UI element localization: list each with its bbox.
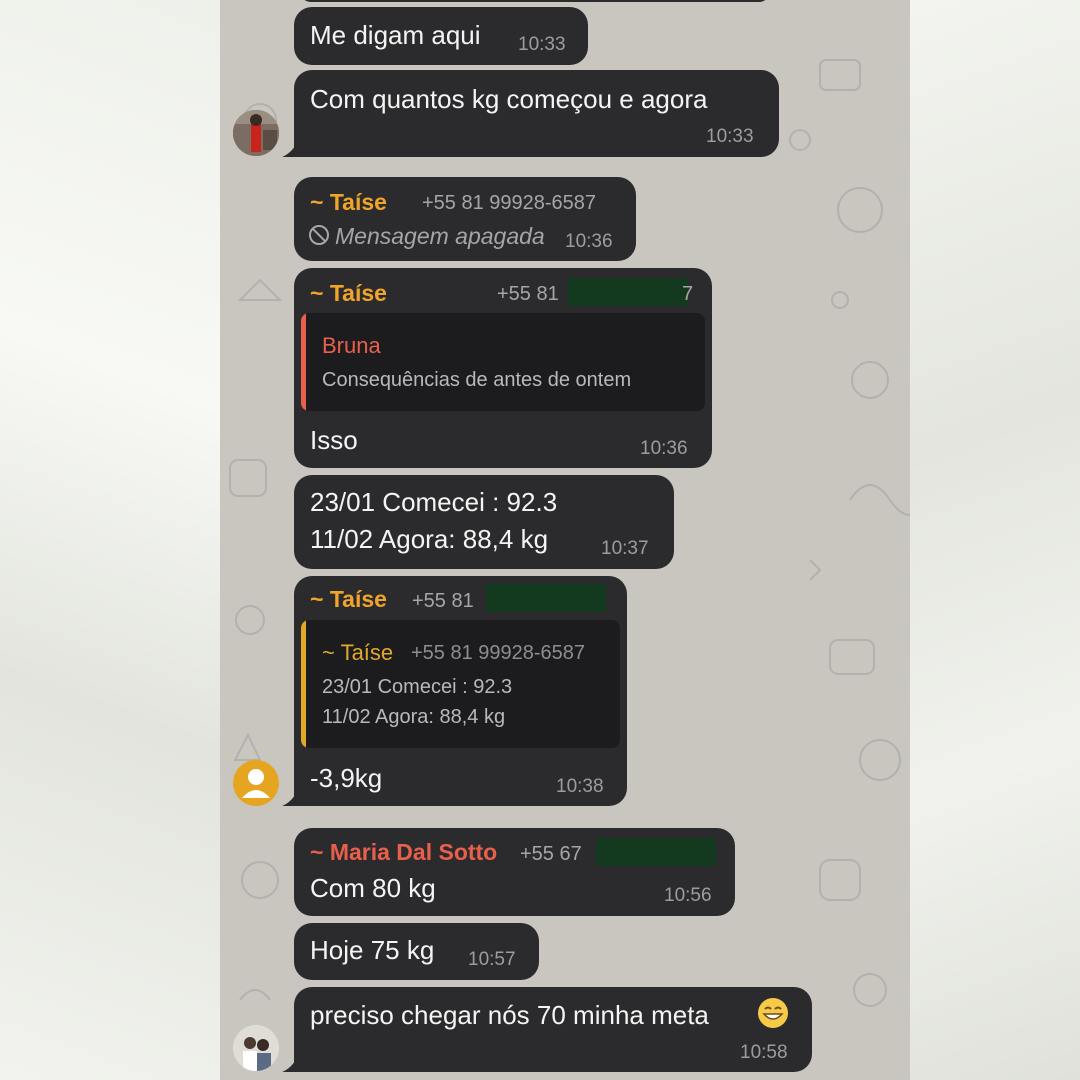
default-user-icon[interactable] bbox=[233, 760, 279, 806]
message-bubble[interactable]: ~ Maria Dal Sotto +55 67 Com 80 kg 10:56 bbox=[294, 828, 735, 916]
bubble-tail bbox=[282, 1056, 298, 1072]
avatar[interactable] bbox=[233, 110, 279, 156]
sender-name[interactable]: ~ Taíse bbox=[310, 280, 387, 307]
message-text: preciso chegar nós 70 minha meta bbox=[310, 1000, 709, 1030]
message-bubble-reply[interactable]: ~ Taíse +55 81 ~ Taíse +55 81 99928-6587… bbox=[294, 576, 627, 806]
quoted-text-line2: 11/02 Agora: 88,4 kg bbox=[322, 706, 506, 728]
message-text: Com quantos kg começou e agora bbox=[310, 84, 708, 114]
person-silhouette-icon bbox=[242, 769, 270, 798]
quoted-sender: ~ Taíse bbox=[322, 640, 394, 665]
background-fabric-right bbox=[910, 0, 1080, 1080]
message-text: -3,9kg bbox=[310, 763, 383, 793]
partial-message-bubble bbox=[300, 0, 770, 2]
redacted-phone-block bbox=[486, 584, 606, 612]
redacted-phone-block bbox=[596, 838, 716, 866]
quoted-text-line1: 23/01 Comecei : 92.3 bbox=[322, 676, 513, 698]
message-bubble[interactable]: 23/01 Comecei : 92.3 11/02 Agora: 88,4 k… bbox=[294, 475, 674, 569]
message-bubble[interactable]: preciso chegar nós 70 minha meta 10:58 bbox=[294, 987, 812, 1072]
avatar[interactable] bbox=[233, 1025, 279, 1071]
message-time: 10:58 bbox=[740, 1042, 788, 1063]
message-text-line1: 23/01 Comecei : 92.3 bbox=[310, 487, 558, 517]
message-text-line2: 11/02 Agora: 88,4 kg bbox=[310, 524, 549, 554]
message-text: Hoje 75 kg bbox=[310, 935, 435, 965]
redacted-phone-block bbox=[568, 278, 688, 306]
quoted-sender: Bruna bbox=[322, 333, 381, 358]
sender-name[interactable]: ~ Taíse bbox=[310, 586, 387, 613]
message-bubble[interactable]: Me digam aqui 10:33 bbox=[294, 7, 588, 65]
quoted-message[interactable]: Bruna Consequências de antes de ontem bbox=[301, 313, 705, 411]
quote-accent-bar bbox=[301, 620, 306, 748]
message-bubble-deleted[interactable]: ~ Taíse +55 81 99928-6587 Mensagem apaga… bbox=[294, 177, 636, 261]
message-text: Me digam aqui bbox=[310, 20, 481, 50]
background-fabric-left bbox=[0, 0, 220, 1080]
deleted-message-text: Mensagem apagada bbox=[335, 223, 545, 249]
message-text: Com 80 kg bbox=[310, 873, 436, 903]
sender-name[interactable]: ~ Taíse bbox=[310, 189, 387, 216]
sender-phone: +55 81 99928-6587 bbox=[422, 192, 597, 214]
grinning-face-emoji-icon bbox=[758, 998, 788, 1028]
person-photo-icon bbox=[233, 110, 279, 156]
message-text: Isso bbox=[310, 425, 358, 455]
prohibited-icon bbox=[309, 225, 329, 245]
message-time: 10:36 bbox=[565, 231, 613, 252]
message-bubble[interactable]: Hoje 75 kg 10:57 bbox=[294, 923, 539, 980]
message-time: 10:33 bbox=[706, 126, 754, 147]
bubble-tail bbox=[282, 790, 298, 806]
chat-screen[interactable]: Me digam aqui 10:33 Com quantos kg começ… bbox=[220, 0, 910, 1080]
message-time: 10:57 bbox=[468, 949, 516, 970]
message-time: 10:37 bbox=[601, 538, 649, 559]
bubble-tail bbox=[282, 141, 298, 157]
message-bubble[interactable]: Com quantos kg começou e agora 10:33 bbox=[294, 70, 779, 157]
quoted-text: Consequências de antes de ontem bbox=[322, 369, 632, 391]
sender-phone: +55 81 bbox=[412, 590, 474, 612]
quote-accent-bar bbox=[301, 313, 306, 411]
message-time: 10:56 bbox=[664, 885, 712, 906]
sender-phone: +55 67 bbox=[520, 843, 582, 865]
message-time: 10:36 bbox=[640, 438, 688, 459]
message-bubble-reply[interactable]: ~ Taíse +55 81 7 Bruna Consequências de … bbox=[294, 268, 712, 468]
message-time: 10:33 bbox=[518, 34, 566, 55]
quoted-message[interactable]: ~ Taíse +55 81 99928-6587 23/01 Comecei … bbox=[301, 620, 620, 748]
sender-phone: +55 81 bbox=[497, 283, 559, 305]
couple-photo-icon bbox=[233, 1025, 279, 1071]
sender-name[interactable]: ~ Maria Dal Sotto bbox=[310, 839, 497, 866]
message-time: 10:38 bbox=[556, 776, 604, 797]
quoted-sender-phone: +55 81 99928-6587 bbox=[411, 642, 586, 664]
sender-phone-tail: 7 bbox=[682, 283, 694, 305]
